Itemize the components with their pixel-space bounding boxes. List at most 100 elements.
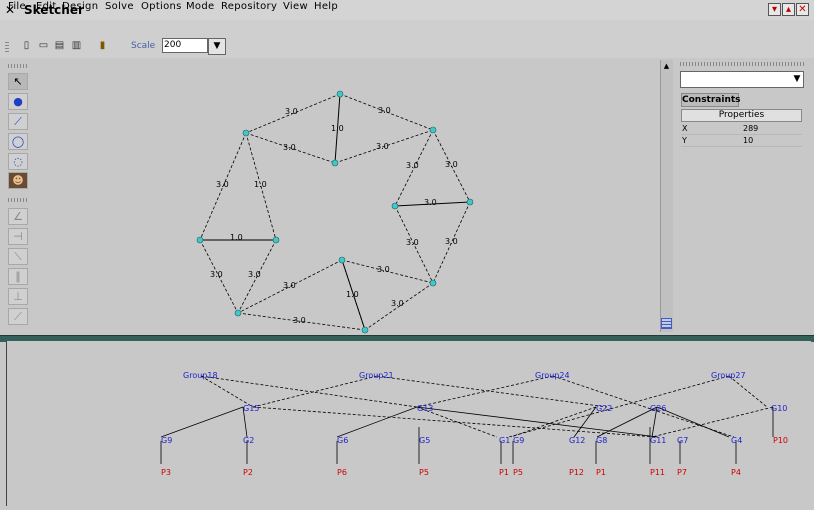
scroll-up-icon[interactable]: ▲ [662, 62, 671, 71]
tree-leaf-node[interactable]: G9 [161, 436, 172, 445]
sketch-point[interactable] [391, 202, 399, 210]
menu-edit[interactable]: Edit [36, 1, 57, 12]
property-value[interactable]: 289 [743, 123, 758, 134]
menu-solve[interactable]: Solve [105, 1, 134, 12]
edge-label: 3.0 [376, 142, 389, 151]
tree-point-node[interactable]: P6 [337, 468, 347, 477]
tree-leaf-node[interactable]: G7 [677, 436, 688, 445]
edge-label: 3.0 [391, 299, 404, 308]
scroll-thumb[interactable] [661, 318, 672, 329]
incidence-icon[interactable]: ⟋ [8, 308, 28, 325]
tree-point-node[interactable]: P5 [513, 468, 523, 477]
tree-leaf-node[interactable]: G1 [499, 436, 510, 445]
tree-leaf-node[interactable]: G12 [569, 436, 585, 445]
property-value[interactable]: 10 [743, 135, 753, 146]
canvas-vertical-scrollbar[interactable]: ▲ [660, 60, 673, 332]
menu-file[interactable]: File [8, 1, 26, 12]
tree-leaf-node[interactable]: G8 [596, 436, 607, 445]
tangent-icon[interactable]: ⟍ [8, 248, 28, 265]
tree-point-node[interactable]: P3 [161, 468, 171, 477]
save-icon[interactable]: ▤ [53, 39, 66, 53]
new-icon[interactable]: ▯ [20, 39, 33, 53]
tree-node[interactable]: G15 [243, 404, 259, 413]
angle-icon[interactable]: ∠ [8, 208, 28, 225]
sketch-point[interactable] [466, 198, 474, 206]
tree-point-node[interactable]: P4 [731, 468, 741, 477]
menu-repository[interactable]: Repository [221, 1, 277, 12]
close-icon[interactable]: ✕ [796, 3, 809, 16]
tree-point-node[interactable]: P7 [677, 468, 687, 477]
tree-point-node[interactable]: P2 [243, 468, 253, 477]
tree-point-node[interactable]: P1 [499, 468, 509, 477]
tree-point-node[interactable]: P1 [596, 468, 606, 477]
tree-leaf-node[interactable]: G4 [731, 436, 742, 445]
maximize-icon[interactable]: ▴ [782, 3, 795, 16]
edge-label: 3.0 [445, 237, 458, 246]
edge-label: 1.0 [346, 290, 359, 299]
sketch-point[interactable] [336, 90, 344, 98]
sketch-point[interactable] [234, 309, 242, 317]
toolbar-grip[interactable] [5, 42, 9, 52]
print-icon[interactable]: ▥ [70, 39, 83, 53]
tree-point-node[interactable]: P5 [419, 468, 429, 477]
tree-leaf-node[interactable]: P10 [773, 436, 788, 445]
sketch-point[interactable] [361, 326, 369, 334]
menu-mode[interactable]: Mode [186, 1, 214, 12]
tree-node[interactable]: G10 [771, 404, 787, 413]
image-icon[interactable]: ☻ [8, 172, 28, 189]
palette-grip-2[interactable] [8, 198, 28, 202]
sketch-point[interactable] [272, 236, 280, 244]
menu-bar [0, 20, 814, 37]
tree-leaf-node[interactable]: G6 [337, 436, 348, 445]
tree-leaf-node[interactable]: G5 [419, 436, 430, 445]
menu-help[interactable]: Help [314, 1, 338, 12]
edge-label: 3.0 [406, 238, 419, 247]
minimize-icon[interactable]: ▾ [768, 3, 781, 16]
tab-constraints[interactable]: Constraints [681, 93, 741, 107]
edge-label: 3.0 [210, 270, 223, 279]
edge-label: 3.0 [424, 198, 437, 207]
sketch-canvas[interactable]: 3.0 3.0 1.0 3.0 3.0 3.0 3.0 3.0 1.0 3.0 … [35, 60, 660, 335]
palette-grip[interactable] [8, 64, 28, 68]
sketch-svg[interactable]: 3.0 3.0 1.0 3.0 3.0 3.0 3.0 3.0 1.0 3.0 … [35, 60, 660, 335]
tree-node[interactable]: G13 [417, 404, 433, 413]
arc-icon[interactable]: ◌ [8, 153, 28, 170]
panel-grip[interactable] [680, 62, 806, 66]
property-row[interactable]: X 289 [681, 123, 802, 135]
parallel-icon[interactable]: ∥ [8, 268, 28, 285]
circle-icon[interactable]: ◯ [8, 133, 28, 150]
sketch-point[interactable] [429, 126, 437, 134]
tree-leaf-node[interactable]: G11 [650, 436, 666, 445]
tree-group-node[interactable]: Group21 [359, 371, 394, 380]
perpendicular-base-icon[interactable]: ⊥ [8, 288, 28, 305]
sketch-point[interactable] [338, 256, 346, 264]
tree-point-node[interactable]: P12 [569, 468, 584, 477]
tree-node[interactable]: G26 [650, 404, 666, 413]
scale-dropdown-button[interactable]: ▼ [208, 38, 226, 55]
open-icon[interactable]: ▭ [37, 39, 50, 53]
sketch-point[interactable] [429, 279, 437, 287]
menu-view[interactable]: View [283, 1, 308, 12]
line-icon[interactable]: ⟋ [8, 113, 28, 130]
menu-design[interactable]: Design [62, 1, 98, 12]
tree-group-node[interactable]: Group18 [183, 371, 218, 380]
tree-svg: Group18 Group21 Group24 Group27 G15 G13 … [160, 371, 788, 477]
sketch-point[interactable] [242, 129, 250, 137]
chevron-down-icon[interactable]: ▼ [790, 71, 804, 88]
tree-group-node[interactable]: Group27 [711, 371, 746, 380]
tree-group-node[interactable]: Group24 [535, 371, 570, 380]
scale-input[interactable]: 200 [162, 38, 208, 53]
property-row[interactable]: Y 10 [681, 135, 802, 147]
perpendicular-icon[interactable]: ⊣ [8, 228, 28, 245]
sketch-point[interactable] [196, 236, 204, 244]
tree-point-node[interactable]: P11 [650, 468, 665, 477]
repository-icon[interactable]: ▮ [96, 39, 109, 53]
tree-node[interactable]: G22 [596, 404, 612, 413]
object-combo[interactable] [680, 71, 804, 88]
point-icon[interactable]: ● [8, 93, 28, 110]
sketch-point[interactable] [331, 159, 339, 167]
tree-leaf-node[interactable]: G9 [513, 436, 524, 445]
select-arrow-icon[interactable]: ↖ [8, 73, 28, 90]
menu-options[interactable]: Options [141, 1, 182, 12]
tree-leaf-node[interactable]: G2 [243, 436, 254, 445]
